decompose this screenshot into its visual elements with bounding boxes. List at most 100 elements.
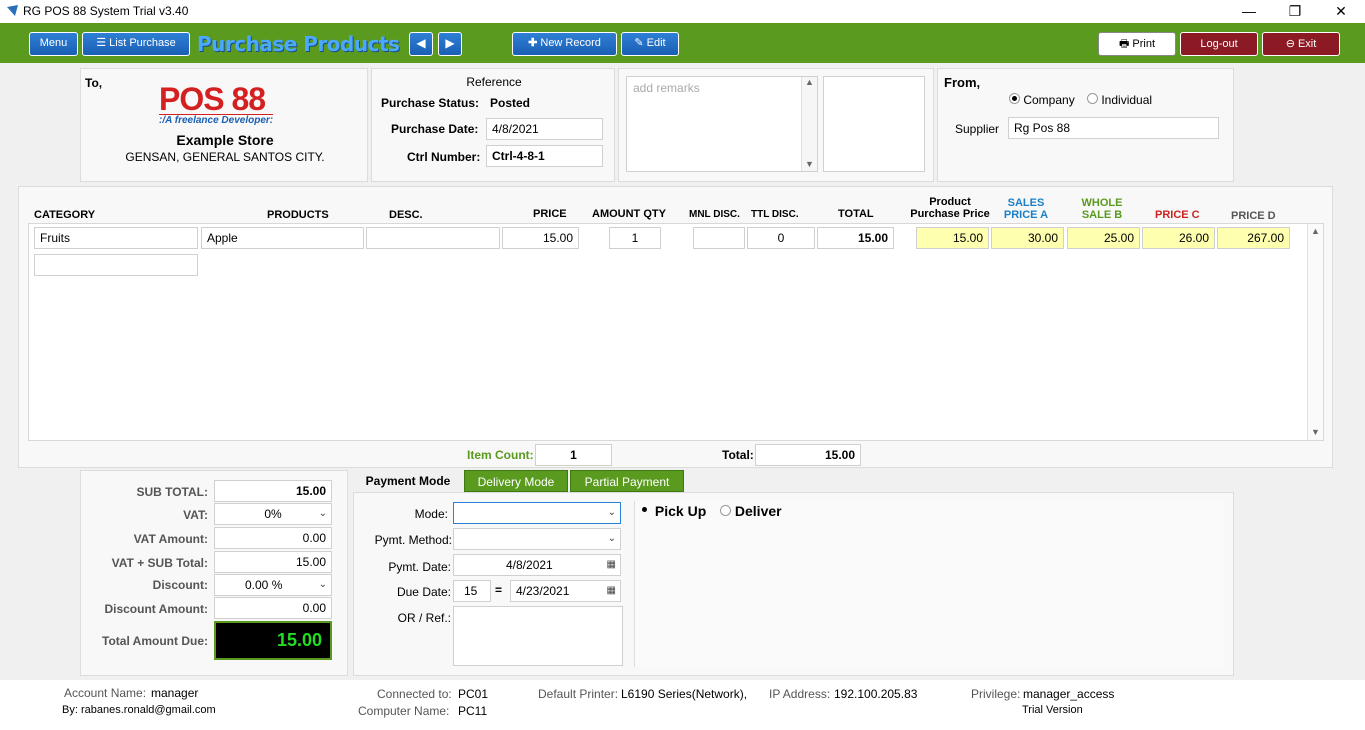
next-record-button[interactable]: ▶ <box>438 32 462 56</box>
individual-label: Individual <box>1101 93 1153 107</box>
grid-scrollbar[interactable]: ▲ ▼ <box>1307 224 1323 440</box>
due-label: Due Date: <box>396 585 451 599</box>
chevron-down-icon: ⌄ <box>318 508 327 519</box>
logout-button[interactable]: Log-out <box>1180 32 1258 56</box>
vat-amount-field: 0.00 <box>214 527 332 549</box>
mode-label: Mode: <box>414 507 448 521</box>
cell-price-d[interactable]: 267.00 <box>1217 227 1290 249</box>
calendar-icon[interactable]: ▦ <box>607 555 616 575</box>
exit-button[interactable]: ⊖ Exit <box>1262 32 1340 56</box>
cell-price-c[interactable]: 26.00 <box>1142 227 1215 249</box>
cell-desc[interactable] <box>366 227 500 249</box>
company-radio[interactable]: Company <box>1009 93 1075 107</box>
col-mnl-disc: MNL DISC. <box>689 209 740 220</box>
new-row-category[interactable] <box>34 254 198 276</box>
individual-radio[interactable]: Individual <box>1087 93 1152 107</box>
purchase-date-field[interactable]: 4/8/2021 <box>486 118 603 140</box>
cell-whole-sale-b[interactable]: 25.00 <box>1067 227 1140 249</box>
scroll-up-icon[interactable]: ▲ <box>805 77 814 87</box>
edit-label: Edit <box>646 37 666 49</box>
grid-total-field: 15.00 <box>755 444 861 466</box>
cell-sales-price-a[interactable]: 30.00 <box>991 227 1064 249</box>
radio-on-icon <box>640 505 651 516</box>
list-purchase-button[interactable]: ☰ List Purchase <box>82 32 190 56</box>
scroll-down-icon[interactable]: ▼ <box>805 159 814 169</box>
discount-amount-field: 0.00 <box>214 597 332 619</box>
cell-product[interactable]: Apple <box>201 227 364 249</box>
or-ref-field[interactable] <box>453 606 623 666</box>
vat-amount-label: VAT Amount: <box>133 532 208 546</box>
vat-sub-label: VAT + SUB Total: <box>111 556 208 570</box>
print-label: Print <box>1132 38 1156 50</box>
ctrl-number-label: Ctrl Number: <box>407 150 481 164</box>
close-window-button[interactable]: ✕ <box>1318 0 1364 23</box>
tab-delivery-mode[interactable]: Delivery Mode <box>464 470 568 492</box>
tab-payment-mode[interactable]: Payment Mode <box>356 470 460 492</box>
list-purchase-label: List Purchase <box>109 37 176 49</box>
logo: POS 88 <box>159 81 266 117</box>
calendar-icon[interactable]: ▦ <box>607 581 616 601</box>
due-date-field[interactable]: 4/23/2021 ▦ <box>510 580 621 602</box>
radio-on-icon <box>1009 93 1020 104</box>
remarks-textarea[interactable]: add remarks ▲ ▼ <box>626 76 818 172</box>
from-label: From, <box>944 75 981 90</box>
plus-icon: ✚ <box>528 37 538 49</box>
supplier-field[interactable]: Rg Pos 88 <box>1008 117 1219 139</box>
cell-category[interactable]: Fruits <box>34 227 198 249</box>
pdate-field[interactable]: 4/8/2021 ▦ <box>453 554 621 576</box>
col-total: TOTAL <box>838 208 874 220</box>
discount-select[interactable]: 0.00 % ⌄ <box>214 574 332 596</box>
title-bar: RG POS 88 System Trial v3.40 — ❐ ✕ <box>0 0 1365 23</box>
cell-ttl-disc[interactable]: 0 <box>747 227 815 249</box>
radio-off-icon <box>720 505 731 516</box>
col-price-c: PRICE C <box>1155 209 1200 221</box>
cell-total[interactable]: 15.00 <box>817 227 894 249</box>
to-label: To, <box>85 76 103 90</box>
pickup-radio[interactable]: Pick Up <box>640 503 706 519</box>
vat-value: 0% <box>264 507 282 521</box>
cell-purchase-price[interactable]: 15.00 <box>916 227 989 249</box>
cell-qty[interactable]: 1 <box>609 227 661 249</box>
new-record-button[interactable]: ✚ New Record <box>512 32 617 56</box>
cell-mnl-disc[interactable] <box>693 227 745 249</box>
deliver-radio[interactable]: Deliver <box>720 503 782 519</box>
scroll-up-icon[interactable]: ▲ <box>1311 226 1320 236</box>
vat-select[interactable]: 0% ⌄ <box>214 503 332 525</box>
to-panel: To, POS 88 :/A freelance Developer: Exam… <box>80 68 368 182</box>
ip-label: IP Address: <box>769 687 831 701</box>
remarks-panel: add remarks ▲ ▼ <box>618 68 934 182</box>
method-label: Pymt. Method: <box>374 533 452 547</box>
delivery-options: Pick Up Deliver <box>634 501 1224 667</box>
remarks-scrollbar[interactable]: ▲ ▼ <box>801 77 817 171</box>
col-desc: DESC. <box>389 209 423 221</box>
tab-partial-payment[interactable]: Partial Payment <box>570 470 684 492</box>
status-value: Posted <box>490 96 531 110</box>
edit-button[interactable]: ✎ Edit <box>621 32 679 56</box>
page-title: Purchase Products <box>197 32 400 56</box>
maximize-button[interactable]: ❐ <box>1272 0 1318 23</box>
print-button[interactable]: 🖶 Print <box>1098 32 1176 56</box>
menu-button[interactable]: Menu <box>29 32 78 56</box>
printer-icon: 🖶 <box>1118 38 1130 50</box>
col-category: CATEGORY <box>34 209 96 221</box>
discount-label: Discount: <box>152 578 208 592</box>
privilege-label: Privilege: <box>971 687 1021 701</box>
by-label: By: <box>62 704 78 716</box>
due-days-field[interactable]: 15 <box>453 580 491 602</box>
scroll-down-icon[interactable]: ▼ <box>1311 427 1320 437</box>
new-record-label: New Record <box>540 37 601 49</box>
mode-select[interactable]: ⌄ <box>453 502 621 524</box>
grid-panel: CATEGORY PRODUCTS DESC. PRICE AMOUNT QTY… <box>18 186 1333 468</box>
minimize-button[interactable]: — <box>1226 0 1272 23</box>
equals-sign: = <box>495 583 503 597</box>
store-address: GENSAN, GENERAL SANTOS CITY. <box>125 150 325 164</box>
prev-record-button[interactable]: ◀ <box>409 32 433 56</box>
method-select[interactable]: ⌄ <box>453 528 621 550</box>
chevron-down-icon: ⌄ <box>607 533 616 544</box>
discount-value: 0.00 % <box>245 578 283 592</box>
ctrl-number-field[interactable]: Ctrl-4-8-1 <box>486 145 603 167</box>
pencil-icon: ✎ <box>634 37 644 49</box>
cell-price[interactable]: 15.00 <box>502 227 579 249</box>
grid-body: Fruits Apple 15.00 1 0 15.00 15.00 30.00… <box>28 223 1324 441</box>
deliver-label: Deliver <box>734 503 782 519</box>
